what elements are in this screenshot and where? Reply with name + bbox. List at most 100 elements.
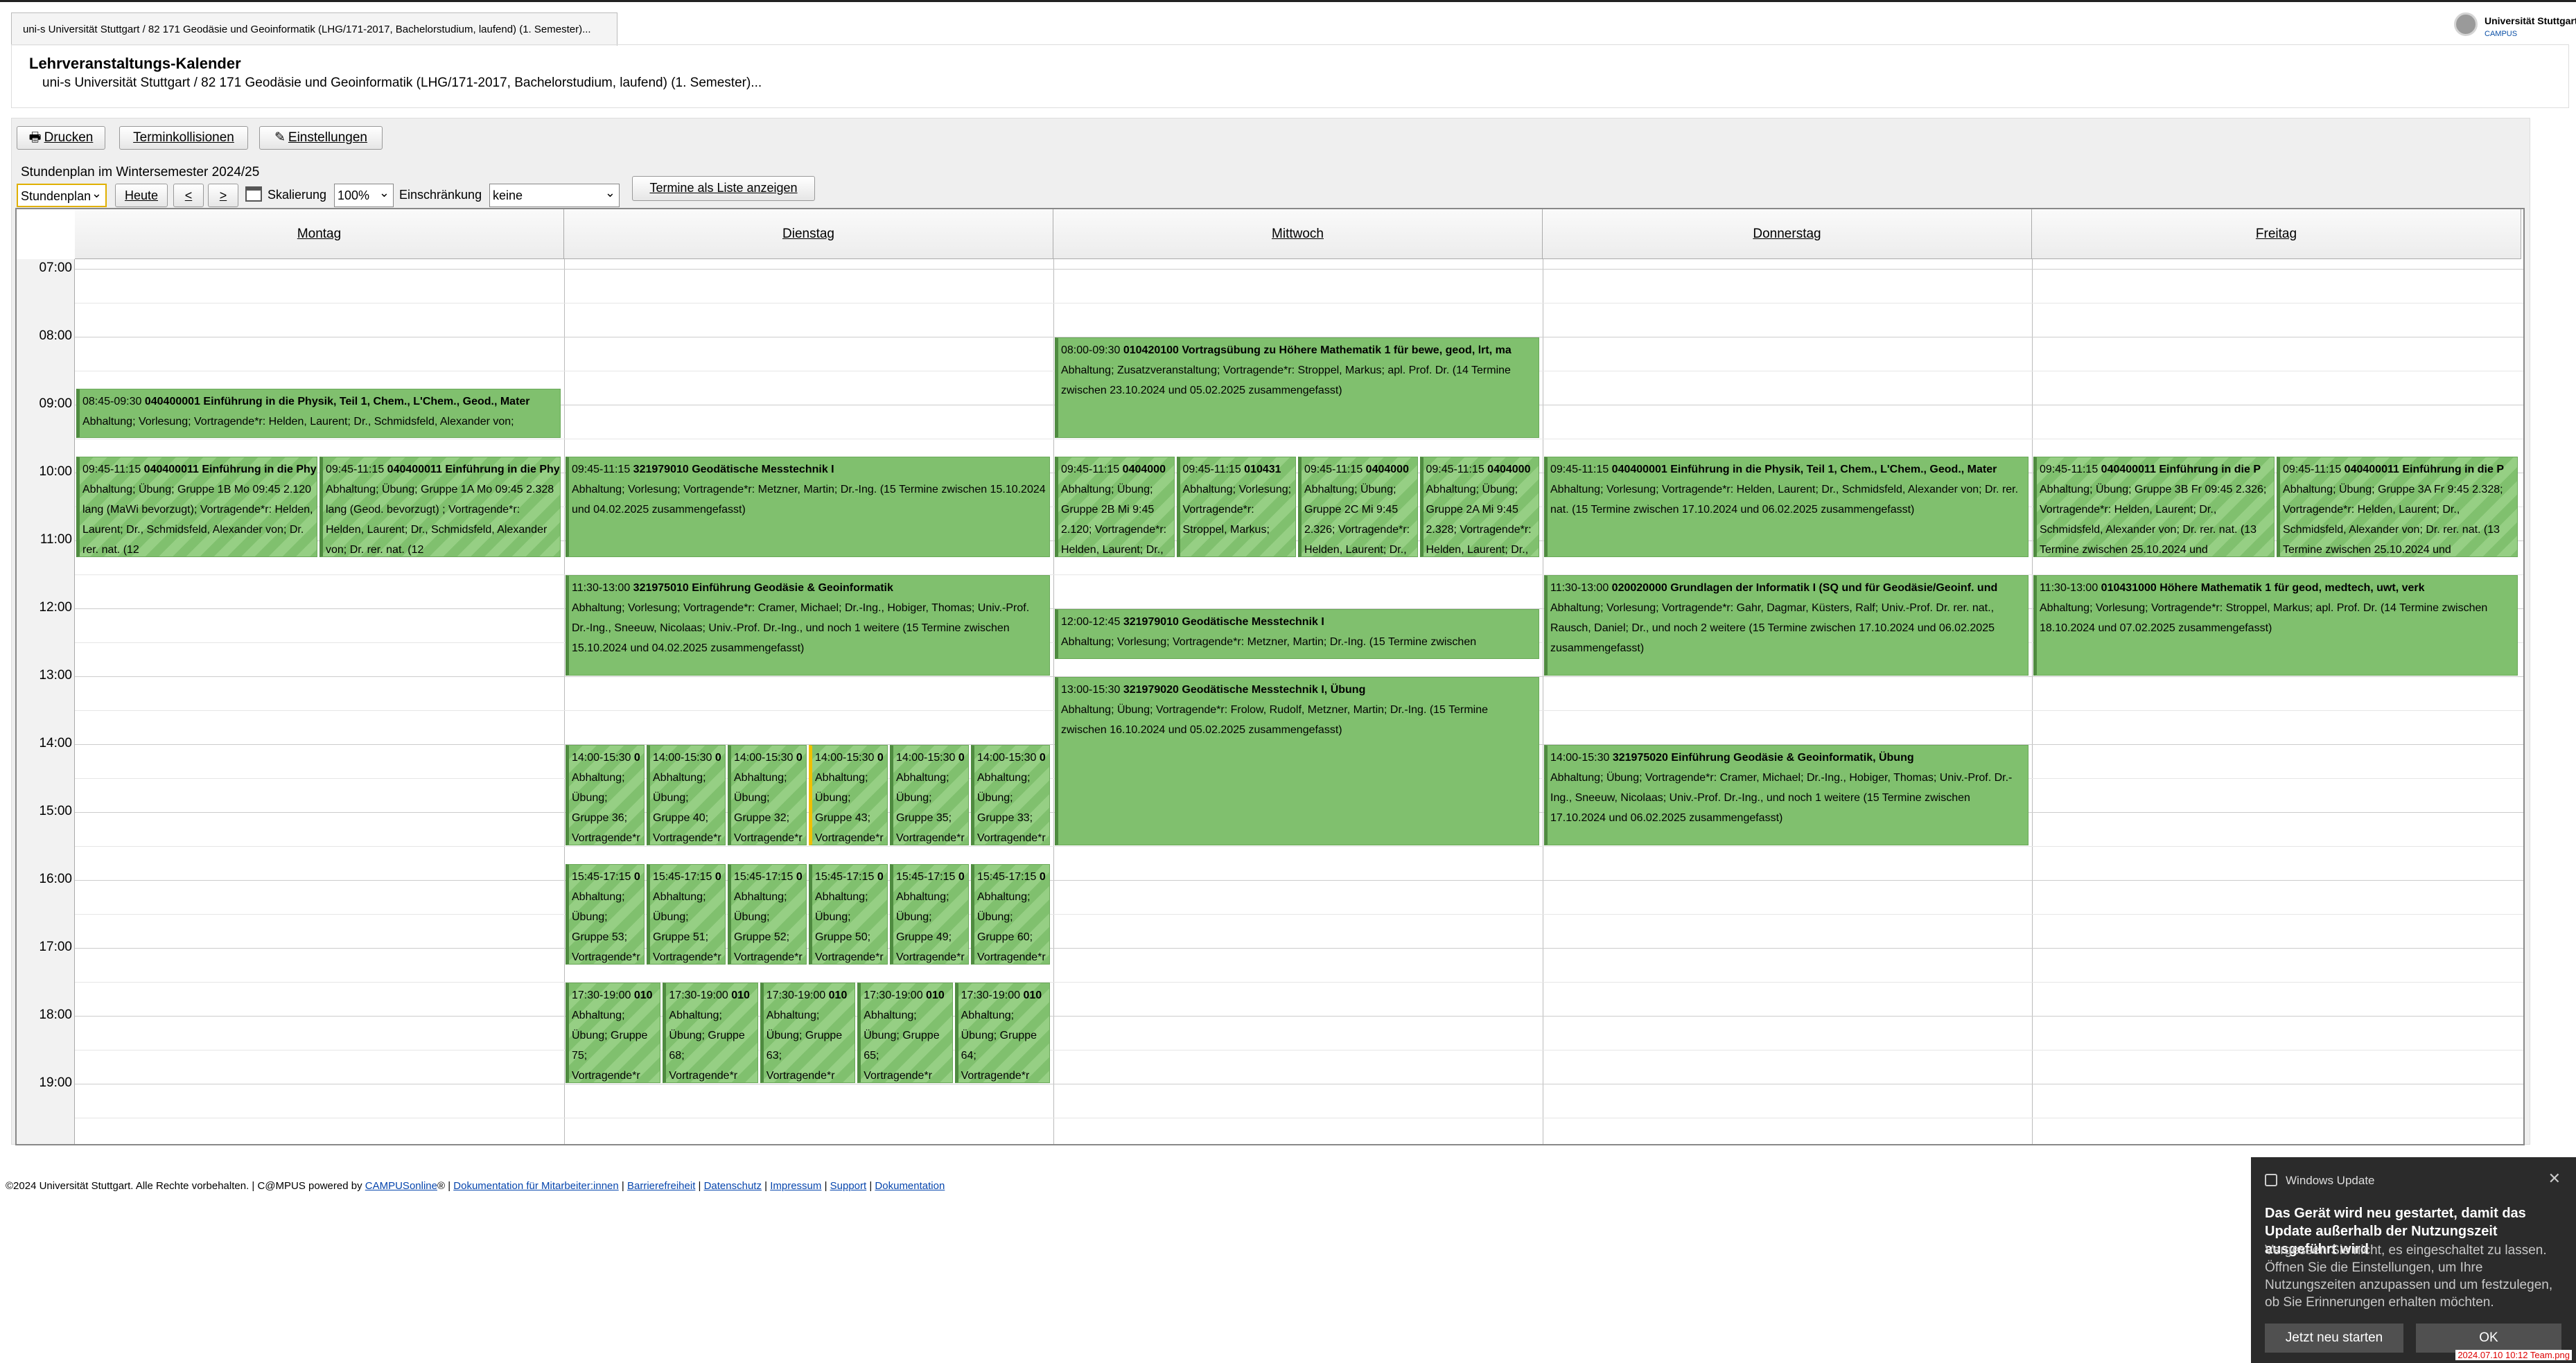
calendar-event[interactable]: 08:45-09:30 040400001 Einführung in die … <box>76 388 561 438</box>
restart-now-button[interactable]: Jetzt neu starten <box>2265 1324 2403 1353</box>
calendar-event[interactable]: 09:45-11:15 321979010 Geodätische Messte… <box>566 456 1050 557</box>
view-select[interactable]: Stundenplan <box>17 182 107 207</box>
day-header-dienstag[interactable]: Dienstag <box>564 209 1053 259</box>
time-label: 12:00 <box>39 600 72 615</box>
day-header-mittwoch[interactable]: Mittwoch <box>1053 209 1543 259</box>
footer-link-docs-staff[interactable]: Dokumentation für Mitarbeiter:innen <box>453 1180 618 1192</box>
event-detail: Abhaltung; Übung; Gruppe 49; Vortragende… <box>896 890 965 963</box>
event-code: 040400001 <box>144 395 204 407</box>
calendar-icon[interactable] <box>244 184 265 207</box>
calendar-event[interactable]: 15:45-17:15 0 Abhaltung; Übung; Gruppe 4… <box>890 863 969 965</box>
event-time: 14:00-15:30 <box>815 752 877 764</box>
calendar-event[interactable]: 09:45-11:15 0404000 Abhaltung; Übung; Gr… <box>1298 456 1418 557</box>
calendar-event[interactable]: 08:00-09:30 010420100 Vortragsübung zu H… <box>1055 337 1539 438</box>
event-detail: Abhaltung; Übung; Gruppe 2B Mi 9:45 2.12… <box>1061 483 1167 556</box>
footer-campusonline-link[interactable]: CAMPUSonline <box>365 1180 437 1192</box>
calendar-event[interactable]: 09:45-11:15 010431 Abhaltung; Vorlesung;… <box>1176 456 1296 557</box>
restriction-select[interactable]: keine <box>489 182 620 207</box>
calendar-event[interactable]: 09:45-11:15 0404000 Abhaltung; Übung; Gr… <box>1419 456 1539 557</box>
event-code: 321979010 <box>1123 616 1182 628</box>
settings-button[interactable]: ✎ Einstellungen <box>259 126 383 150</box>
today-button[interactable]: Heute <box>115 184 168 207</box>
footer-link-documentation[interactable]: Dokumentation <box>875 1180 945 1192</box>
event-title: Einführung in die P <box>2159 463 2261 475</box>
day-divider <box>1053 259 1054 1144</box>
calendar-event[interactable]: 11:30-13:00 010431000 Höhere Mathematik … <box>2033 575 2518 676</box>
footer-link-privacy[interactable]: Datenschutz <box>704 1180 762 1192</box>
calendar-event[interactable]: 15:45-17:15 0 Abhaltung; Übung; Gruppe 5… <box>647 863 726 965</box>
event-time: 09:45-11:15 <box>82 463 144 475</box>
event-code: 0404000 <box>1487 463 1531 475</box>
calendar-event[interactable]: 13:00-15:30 321979020 Geodätische Messte… <box>1055 677 1539 845</box>
event-code: 0404000 <box>1122 463 1166 475</box>
calendar-event[interactable]: 15:45-17:15 0 Abhaltung; Übung; Gruppe 5… <box>728 863 807 965</box>
prev-button[interactable]: < <box>173 184 204 207</box>
list-view-button[interactable]: Termine als Liste anzeigen <box>632 176 815 201</box>
event-title: Geodätische Messtechnik I <box>692 463 834 475</box>
day-header-freitag[interactable]: Freitag <box>2032 209 2521 259</box>
scale-select[interactable]: 100% <box>334 182 394 207</box>
calendar-event[interactable]: 17:30-19:00 010 Abhaltung; Übung; Gruppe… <box>760 983 856 1083</box>
calendar-event[interactable]: 15:45-17:15 0 Abhaltung; Übung; Gruppe 5… <box>566 863 645 965</box>
calendar-event[interactable]: 11:30-13:00 020020000 Grundlagen der Inf… <box>1544 575 2029 676</box>
event-heading: 17:30-19:00 010 <box>961 985 1046 1005</box>
pencil-icon: ✎ <box>274 130 286 145</box>
day-header-donnerstag[interactable]: Donnerstag <box>1543 209 2032 259</box>
browser-tab[interactable]: uni-s Universität Stuttgart / 82 171 Geo… <box>11 12 617 46</box>
time-label: 13:00 <box>39 668 72 683</box>
event-title: Einführung in die Physik, Teil 1, Chem.,… <box>1670 463 1997 475</box>
event-time: 09:45-11:15 <box>2040 463 2101 475</box>
event-code: 0 <box>877 752 884 764</box>
ok-button[interactable]: OK <box>2416 1324 2561 1353</box>
event-detail: Abhaltung; Übung; Vortragende*r: Frolow,… <box>1061 704 1489 736</box>
event-detail: Abhaltung; Vorlesung; Vortragende*r: Met… <box>1061 636 1477 648</box>
event-title: Einführung Geodäsie & Geoinformatik <box>692 582 893 594</box>
event-code: 010 <box>926 990 945 1001</box>
calendar-event[interactable]: 17:30-19:00 010 Abhaltung; Übung; Gruppe… <box>857 983 953 1083</box>
calendar-event[interactable]: 09:45-11:15 040400001 Einführung in die … <box>1544 456 2029 557</box>
calendar-event[interactable]: 17:30-19:00 010 Abhaltung; Übung; Gruppe… <box>954 983 1050 1083</box>
day-header-montag[interactable]: Montag <box>75 209 564 259</box>
calendar-event[interactable]: 09:45-11:15 040400011 Einführung in die … <box>2033 456 2275 557</box>
calendar-event[interactable]: 17:30-19:00 010 Abhaltung; Übung; Gruppe… <box>566 983 661 1083</box>
update-icon <box>2265 1174 2277 1186</box>
calendar-event[interactable]: 14:00-15:30 0 Abhaltung; Übung; Gruppe 3… <box>728 745 807 845</box>
calendar-event[interactable]: 14:00-15:30 0 Abhaltung; Übung; Gruppe 4… <box>647 745 726 845</box>
calendar-event[interactable]: 15:45-17:15 0 Abhaltung; Übung; Gruppe 6… <box>971 863 1050 965</box>
calendar-event[interactable]: 09:45-11:15 040400011 Einführung in die … <box>2277 456 2518 557</box>
event-detail: Abhaltung; Übung; Gruppe 2C Mi 9:45 2.32… <box>1304 483 1410 556</box>
footer-link-imprint[interactable]: Impressum <box>770 1180 821 1192</box>
event-heading: 09:45-11:15 040400011 Einführung in die … <box>2283 459 2514 480</box>
collisions-button[interactable]: Terminkollisionen <box>119 126 248 150</box>
event-title: Geodätische Messtechnik I, Übung <box>1182 684 1366 696</box>
calendar-event[interactable]: 09:45-11:15 040400011 Einführung in die … <box>319 456 561 557</box>
close-icon[interactable]: ✕ <box>2548 1170 2561 1188</box>
event-detail: Abhaltung; Übung; Gruppe 32; Vortragende… <box>734 772 803 844</box>
windows-update-notification: Windows Update ✕ Das Gerät wird neu gest… <box>2251 1157 2576 1363</box>
calendar-event[interactable]: 14:00-15:30 0 Abhaltung; Übung; Gruppe 3… <box>971 745 1050 845</box>
event-time: 09:45-11:15 <box>1182 463 1245 475</box>
next-button[interactable]: > <box>208 184 238 207</box>
calendar-event[interactable]: 15:45-17:15 0 Abhaltung; Übung; Gruppe 5… <box>809 863 888 965</box>
calendar-event[interactable]: 17:30-19:00 010 Abhaltung; Übung; Gruppe… <box>663 983 758 1083</box>
calendar-event[interactable]: 11:30-13:00 321975010 Einführung Geodäsi… <box>566 575 1050 676</box>
calendar-event[interactable]: 09:45-11:15 040400011 Einführung in die … <box>76 456 317 557</box>
calendar-event[interactable]: 12:00-12:45 321979010 Geodätische Messte… <box>1055 609 1539 659</box>
event-time: 08:00-09:30 <box>1061 344 1123 356</box>
calendar-event[interactable]: 09:45-11:15 0404000 Abhaltung; Übung; Gr… <box>1055 456 1175 557</box>
event-heading: 15:45-17:15 0 <box>734 867 803 887</box>
footer-link-accessibility[interactable]: Barrierefreiheit <box>627 1180 695 1192</box>
event-code: 010431 <box>1244 463 1281 475</box>
calendar-event[interactable]: 14:00-15:30 0 Abhaltung; Übung; Gruppe 3… <box>566 745 645 845</box>
event-time: 14:00-15:30 <box>977 752 1040 764</box>
event-heading: 14:00-15:30 0 <box>653 748 722 768</box>
event-heading: 14:00-15:30 0 <box>572 748 641 768</box>
event-time: 09:45-11:15 <box>1550 463 1612 475</box>
event-code: 010431000 <box>2101 582 2160 594</box>
time-label: 08:00 <box>39 328 72 343</box>
print-button[interactable]: 🖶 Drucken <box>17 126 105 150</box>
calendar-event[interactable]: 14:00-15:30 321975020 Einführung Geodäsi… <box>1544 745 2029 845</box>
calendar-event[interactable]: 14:00-15:30 0 Abhaltung; Übung; Gruppe 3… <box>890 745 969 845</box>
footer-link-support[interactable]: Support <box>830 1180 867 1192</box>
calendar-event[interactable]: 14:00-15:30 0 Abhaltung; Übung; Gruppe 4… <box>809 745 888 845</box>
